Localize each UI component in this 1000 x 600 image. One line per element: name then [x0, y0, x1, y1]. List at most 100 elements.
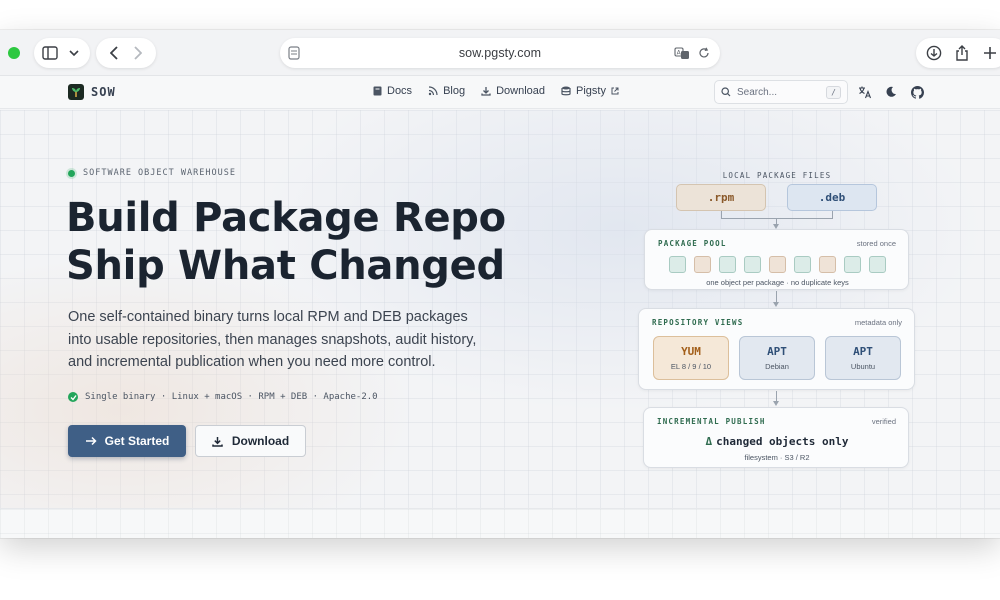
view-card-apt-debian: APT Debian — [739, 336, 815, 380]
chevron-down-icon[interactable] — [66, 45, 82, 61]
address-bar[interactable]: sow.pgsty.com A — [280, 38, 720, 68]
connector-line — [721, 218, 833, 219]
get-started-label: Get Started — [104, 434, 170, 448]
connector-line — [721, 211, 722, 218]
publish-meta: verified — [871, 417, 896, 426]
arrow-down-icon — [773, 302, 779, 307]
book-icon — [372, 86, 382, 96]
nav-docs[interactable]: Docs — [372, 85, 412, 97]
package-object-cell — [694, 256, 711, 273]
browser-window: sow.pgsty.com A SOW Docs Blog Download P… — [0, 30, 1000, 538]
reader-icon[interactable] — [286, 45, 302, 61]
headline-line-2: Ship What Changed — [66, 243, 505, 289]
feature-text: Single binary · Linux + macOS · RPM + DE… — [85, 392, 378, 402]
download-icon — [212, 435, 224, 447]
package-object-cell — [669, 256, 686, 273]
package-object-cell — [744, 256, 761, 273]
nav-blog[interactable]: Blog — [428, 85, 465, 97]
view-sub: Debian — [765, 362, 789, 371]
view-sub: EL 8 / 9 / 10 — [670, 362, 712, 371]
views-title: REPOSITORY VIEWS — [652, 318, 744, 327]
connector-line — [832, 211, 833, 218]
check-icon — [68, 392, 78, 402]
feature-list: Single binary · Linux + macOS · RPM + DE… — [68, 392, 378, 402]
delta-icon: Δ — [705, 435, 713, 448]
rpm-file-chip: .rpm — [676, 184, 766, 211]
sidebar-toggle-group — [34, 38, 90, 68]
nav-docs-label: Docs — [387, 85, 413, 97]
translate-icon[interactable]: A — [674, 45, 690, 61]
download-icon — [481, 86, 491, 96]
search-input[interactable]: Search... / — [714, 80, 848, 104]
search-icon — [721, 87, 731, 97]
moon-icon[interactable] — [884, 85, 898, 99]
nav-blog-label: Blog — [443, 85, 466, 97]
browser-toolbar: sow.pgsty.com A — [0, 30, 1000, 76]
package-object-cell — [719, 256, 736, 273]
github-icon[interactable] — [910, 85, 924, 99]
package-object-cell — [844, 256, 861, 273]
next-section — [0, 508, 1000, 538]
download-label: Download — [231, 434, 290, 448]
publish-main: Δchanged objects only — [644, 435, 910, 448]
view-card-apt-ubuntu: APT Ubuntu — [825, 336, 901, 380]
nav-pigsty-label: Pigsty — [576, 85, 606, 97]
package-object-cell — [769, 256, 786, 273]
deb-file-chip: .deb — [787, 184, 877, 211]
architecture-diagram: LOCAL PACKAGE FILES .rpm .deb PACKAGE PO… — [636, 166, 918, 476]
site-header: SOW Docs Blog Download Pigsty Search... … — [0, 76, 1000, 109]
views-meta: metadata only — [854, 318, 902, 327]
package-object-cell — [794, 256, 811, 273]
view-sub: Ubuntu — [850, 362, 876, 371]
external-link-icon — [611, 87, 620, 96]
reload-icon[interactable] — [696, 45, 712, 61]
view-name: YUM — [681, 345, 701, 358]
status-dot-icon — [68, 169, 75, 177]
window-zoom-button[interactable] — [8, 47, 20, 59]
get-started-button[interactable]: Get Started — [68, 425, 186, 457]
package-object-cell — [869, 256, 886, 273]
publish-sub: filesystem · S3 / R2 — [744, 453, 810, 462]
page-title: Build Package Repo Ship What Changed — [66, 194, 506, 290]
downloads-icon[interactable] — [926, 45, 942, 61]
publish-title: INCREMENTAL PUBLISH — [657, 417, 766, 426]
eyebrow-text: SOFTWARE OBJECT WAREHOUSE — [83, 168, 236, 178]
search-placeholder: Search... — [737, 86, 778, 98]
pool-objects — [669, 256, 886, 273]
hero-description: One self-contained binary turns local RP… — [68, 309, 477, 370]
download-button[interactable]: Download — [195, 425, 306, 457]
translate-icon[interactable] — [858, 85, 872, 99]
nav-download-label: Download — [496, 85, 546, 97]
repository-views-panel: REPOSITORY VIEWS metadata only YUM EL 8 … — [638, 308, 915, 390]
back-icon[interactable] — [106, 45, 122, 61]
share-icon[interactable] — [954, 45, 970, 61]
pool-meta: stored once — [856, 239, 896, 248]
arrow-down-icon — [773, 401, 779, 406]
toolbar-actions — [916, 38, 1000, 68]
brand-name: SOW — [91, 85, 116, 99]
files-title: LOCAL PACKAGE FILES — [722, 171, 832, 180]
pool-caption: one object per package · no duplicate ke… — [706, 278, 849, 287]
view-name: APT — [767, 345, 787, 358]
nav-download[interactable]: Download — [481, 85, 545, 97]
publish-main-text: changed objects only — [716, 435, 849, 448]
search-shortcut: / — [826, 85, 841, 99]
new-tab-icon[interactable] — [982, 45, 998, 61]
nav-pigsty[interactable]: Pigsty — [561, 85, 620, 97]
main-nav: Docs Blog Download Pigsty — [372, 85, 620, 97]
brand[interactable]: SOW — [68, 84, 116, 100]
rss-icon — [428, 86, 438, 96]
header-actions — [858, 85, 924, 99]
package-pool-panel: PACKAGE POOL stored once one object per … — [644, 229, 909, 290]
database-icon — [561, 86, 571, 96]
sidebar-icon[interactable] — [42, 45, 58, 61]
incremental-publish-panel: INCREMENTAL PUBLISH verified Δchanged ob… — [643, 407, 909, 468]
package-object-cell — [819, 256, 836, 273]
url-text[interactable]: sow.pgsty.com — [459, 46, 541, 60]
pool-title: PACKAGE POOL — [658, 239, 727, 248]
hero-section: SOFTWARE OBJECT WAREHOUSE Build Package … — [0, 110, 1000, 538]
sow-logo-icon — [68, 84, 84, 100]
eyebrow: SOFTWARE OBJECT WAREHOUSE — [68, 168, 236, 178]
forward-icon[interactable] — [130, 45, 146, 61]
history-nav-group — [96, 38, 156, 68]
